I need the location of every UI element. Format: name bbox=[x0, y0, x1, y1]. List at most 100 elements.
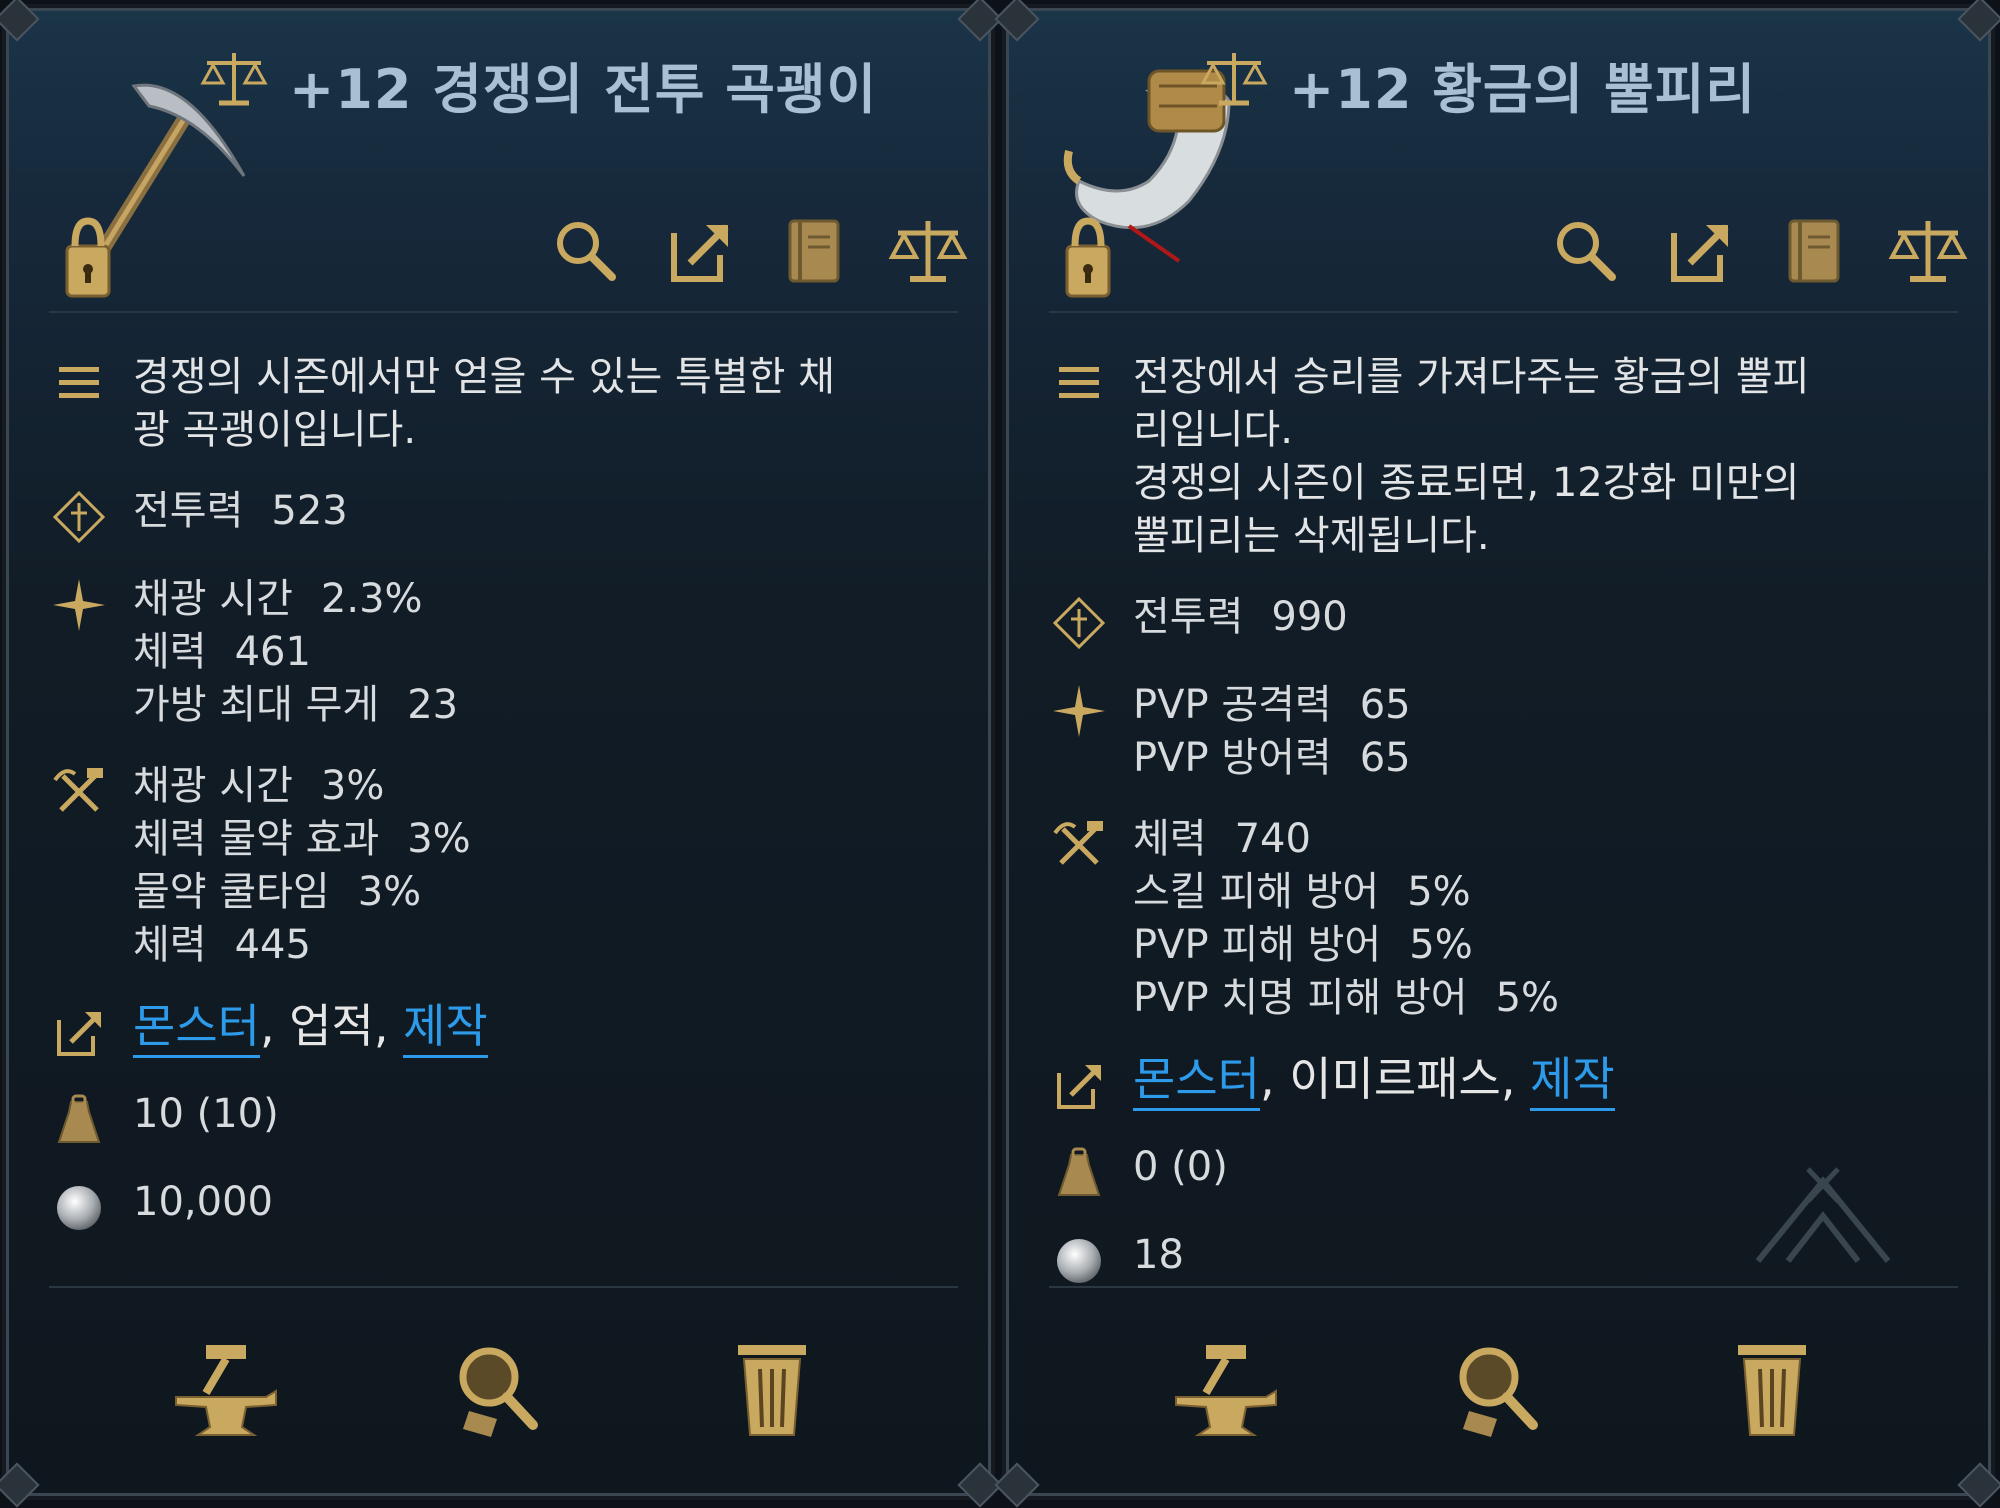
price-value: 10,000 bbox=[133, 1179, 273, 1225]
appraise-icon[interactable] bbox=[1434, 1333, 1564, 1443]
combat-power-value: 990 bbox=[1271, 594, 1348, 640]
book-icon[interactable] bbox=[774, 211, 854, 291]
tooltip-content: 경쟁의 시즌에서만 얻을 수 있는 특별한 채 광 곡괭이입니다. 전투력 523… bbox=[49, 351, 948, 1264]
source-separator: , bbox=[1259, 1052, 1290, 1106]
silver-coin-icon bbox=[1057, 1239, 1101, 1283]
stat-value: 65 bbox=[1359, 735, 1411, 781]
action-bar bbox=[9, 1333, 988, 1443]
combat-power-label: 전투력 bbox=[133, 488, 244, 534]
combat-power-icon bbox=[1052, 596, 1106, 650]
description-line: 경쟁의 시즌이 종료되면, 12강화 미만의 bbox=[1133, 460, 1800, 506]
divider bbox=[49, 311, 958, 313]
scale-icon bbox=[1200, 53, 1268, 106]
source-monster-link[interactable]: 몬스터 bbox=[1133, 1052, 1260, 1111]
stat-value: 5% bbox=[1495, 975, 1560, 1021]
source-separator: , bbox=[1500, 1052, 1531, 1106]
link-out-icon[interactable] bbox=[660, 211, 740, 291]
crossed-tools-icon bbox=[53, 768, 103, 812]
source-row: 몬스터, 이미르패스, 제작 bbox=[1049, 1052, 1948, 1113]
source-monster-link[interactable]: 몬스터 bbox=[133, 999, 260, 1058]
stat-label: 체력 bbox=[1133, 816, 1207, 862]
search-icon[interactable] bbox=[1546, 211, 1626, 291]
stat-value: 3% bbox=[407, 816, 471, 862]
divider bbox=[49, 1286, 958, 1288]
weight-row: 10 (10) bbox=[49, 1088, 948, 1148]
stat-label: 채광 시간 bbox=[133, 576, 293, 622]
crossed-tools-icon bbox=[1053, 821, 1103, 865]
scale-icon bbox=[200, 53, 268, 106]
stat-value: 65 bbox=[1359, 682, 1411, 728]
description-line: 광 곡괭이입니다. bbox=[133, 407, 417, 453]
stat-value: 23 bbox=[407, 682, 459, 728]
bonus-stats-row: 체력 740 스킬 피해 방어 5% PVP 피해 방어 5% PVP 치명 피해 방… bbox=[1049, 813, 1948, 1025]
star-icon bbox=[53, 579, 105, 631]
scale-icon[interactable] bbox=[1888, 211, 1968, 291]
list-icon bbox=[59, 367, 99, 398]
price-row: 10,000 bbox=[49, 1176, 948, 1236]
appraise-icon[interactable] bbox=[434, 1333, 564, 1443]
combat-power-label: 전투력 bbox=[1133, 594, 1244, 640]
description-line: 경쟁의 시즌에서만 얻을 수 있는 특별한 채 bbox=[133, 354, 835, 400]
tent-emblem-icon bbox=[1755, 1167, 1891, 1263]
source-row: 몬스터, 업적, 제작 bbox=[49, 999, 948, 1060]
weight-icon bbox=[57, 1094, 101, 1143]
link-out-icon[interactable] bbox=[1660, 211, 1740, 291]
source-separator: , bbox=[259, 999, 290, 1053]
source-achievement: 업적 bbox=[289, 999, 374, 1053]
description-row: 경쟁의 시즌에서만 얻을 수 있는 특별한 채 광 곡괭이입니다. bbox=[49, 351, 948, 457]
corner-ornament bbox=[0, 0, 40, 42]
base-stats-row: 채광 시간 2.3% 체력 461 가방 최대 무게 23 bbox=[49, 573, 948, 732]
source-craft-link[interactable]: 제작 bbox=[403, 999, 488, 1058]
action-bar bbox=[1009, 1333, 1988, 1443]
weight-icon bbox=[1057, 1147, 1101, 1196]
item-tooltip-right: +12 황금의 뿔피리 전장에서 승리를 가져다주는 황금의 뿔피 리입니다. … bbox=[994, 0, 2000, 1508]
book-icon[interactable] bbox=[1774, 211, 1854, 291]
scale-icon[interactable] bbox=[888, 211, 968, 291]
trash-icon[interactable] bbox=[707, 1333, 837, 1443]
stat-value: 2.3% bbox=[320, 576, 423, 622]
source-craft-link[interactable]: 제작 bbox=[1530, 1052, 1615, 1111]
list-icon bbox=[1059, 367, 1099, 398]
stat-value: 3% bbox=[320, 763, 385, 809]
stat-label: PVP 공격력 bbox=[1133, 682, 1332, 728]
stat-label: PVP 방어력 bbox=[1133, 735, 1332, 781]
description-row: 전장에서 승리를 가져다주는 황금의 뿔피 리입니다. 경쟁의 시즌이 종료되면… bbox=[1049, 351, 1948, 563]
description-line: 리입니다. bbox=[1133, 407, 1293, 453]
anvil-icon[interactable] bbox=[1161, 1333, 1291, 1443]
stat-value: 461 bbox=[234, 629, 311, 675]
stat-label: 체력 bbox=[133, 922, 207, 968]
corner-ornament bbox=[0, 1462, 40, 1508]
silver-coin-icon bbox=[57, 1186, 101, 1230]
source-separator: , bbox=[373, 999, 404, 1053]
item-title: +12 경쟁의 전투 곡괭이 bbox=[289, 58, 878, 121]
stat-value: 740 bbox=[1234, 816, 1311, 862]
corner-ornament bbox=[994, 1462, 1040, 1508]
stat-label: PVP 피해 방어 bbox=[1133, 922, 1382, 968]
stat-label: 채광 시간 bbox=[133, 763, 293, 809]
description-line: 전장에서 승리를 가져다주는 황금의 뿔피 bbox=[1133, 354, 1810, 400]
description-line: 뿔피리는 삭제됩니다. bbox=[1133, 513, 1490, 559]
item-title: +12 황금의 뿔피리 bbox=[1289, 58, 1757, 121]
stat-label: 체력 bbox=[133, 629, 207, 675]
base-stats-row: PVP 공격력 65 PVP 방어력 65 bbox=[1049, 679, 1948, 785]
combat-power-value: 523 bbox=[271, 488, 348, 534]
combat-power-row: 전투력 523 bbox=[49, 485, 948, 545]
stat-label: 가방 최대 무게 bbox=[133, 682, 380, 728]
corner-ornament bbox=[1957, 0, 2000, 42]
link-out-icon bbox=[57, 1012, 101, 1056]
stat-value: 445 bbox=[234, 922, 311, 968]
stat-label: PVP 치명 피해 방어 bbox=[1133, 975, 1468, 1021]
anvil-icon[interactable] bbox=[161, 1333, 291, 1443]
link-out-icon bbox=[1057, 1065, 1101, 1109]
search-icon[interactable] bbox=[546, 211, 626, 291]
tooltip-toolbar bbox=[546, 211, 968, 291]
stat-value: 3% bbox=[357, 869, 422, 915]
stat-label: 물약 쿨타임 bbox=[133, 869, 330, 915]
star-icon bbox=[1053, 685, 1105, 737]
tooltip-toolbar bbox=[1546, 211, 1968, 291]
trash-icon[interactable] bbox=[1707, 1333, 1837, 1443]
combat-power-icon bbox=[52, 490, 106, 544]
bonus-stats-row: 채광 시간 3% 체력 물약 효과 3% 물약 쿨타임 3% 체력 445 bbox=[49, 760, 948, 972]
stat-value: 5% bbox=[1409, 922, 1473, 968]
corner-ornament bbox=[1957, 1462, 2000, 1508]
